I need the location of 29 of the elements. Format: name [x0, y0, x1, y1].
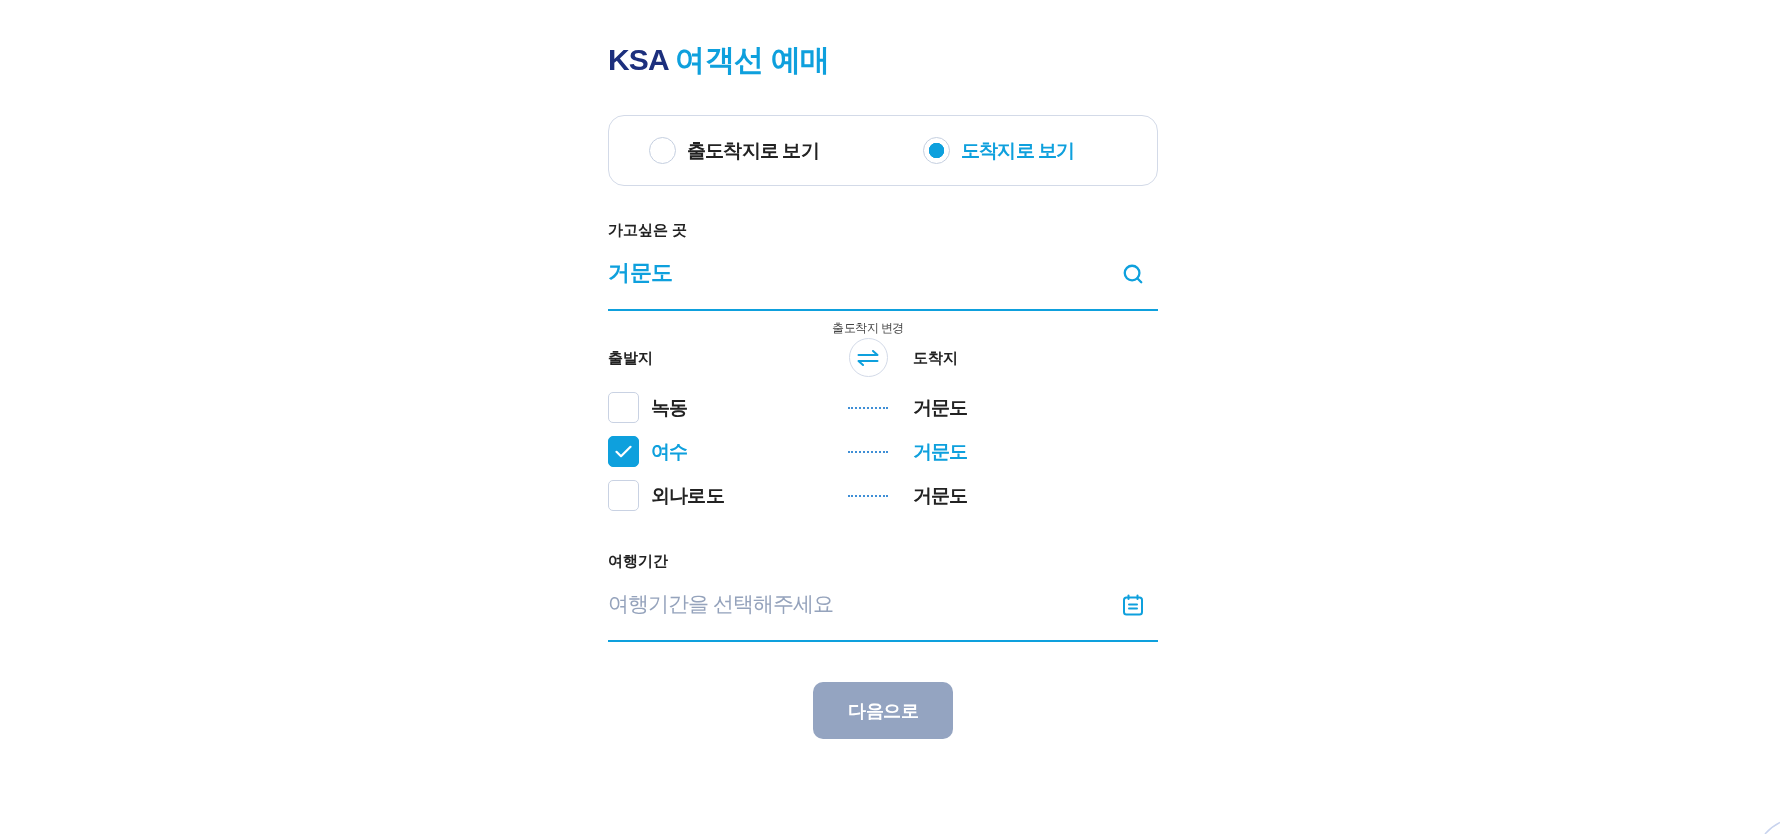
view-mode-option[interactable]: 출도착지로 보기	[649, 137, 819, 164]
calendar-icon[interactable]	[1122, 594, 1144, 616]
departure-name: 녹동	[651, 395, 688, 420]
circle-edge-drawing	[1764, 821, 1780, 834]
departure-name: 외나로도	[651, 483, 724, 508]
route-checkbox[interactable]	[608, 436, 639, 467]
route-checkbox[interactable]	[608, 392, 639, 423]
destination-input[interactable]: 거문도	[608, 249, 1158, 311]
dotted-connector	[848, 450, 888, 453]
travel-period-input[interactable]: 여행기간을 선택해주세요	[608, 580, 1158, 642]
search-icon[interactable]	[1122, 263, 1144, 285]
destination-label: 가고싶은 곳	[608, 220, 688, 240]
route-checkbox[interactable]	[608, 480, 639, 511]
check-icon	[615, 445, 632, 458]
swap-caption: 출도착지 변경	[832, 320, 904, 336]
dotted-connector	[848, 494, 888, 497]
page-title: KSA 여객선 예매	[608, 42, 829, 78]
swap-button[interactable]	[848, 338, 888, 377]
arrival-name: 거문도	[913, 439, 968, 464]
radio-icon[interactable]	[923, 137, 950, 164]
arrival-name: 거문도	[913, 395, 968, 420]
view-mode-option[interactable]: 도착지로 보기	[923, 137, 1075, 164]
arrival-column-label: 도착지	[913, 348, 958, 368]
departure-column-label: 출발지	[608, 348, 653, 368]
dotted-connector	[848, 406, 888, 409]
arrival-name: 거문도	[913, 483, 968, 508]
travel-period-label: 여행기간	[608, 551, 668, 571]
radio-icon[interactable]	[649, 137, 676, 164]
departure-name: 여수	[651, 439, 688, 464]
